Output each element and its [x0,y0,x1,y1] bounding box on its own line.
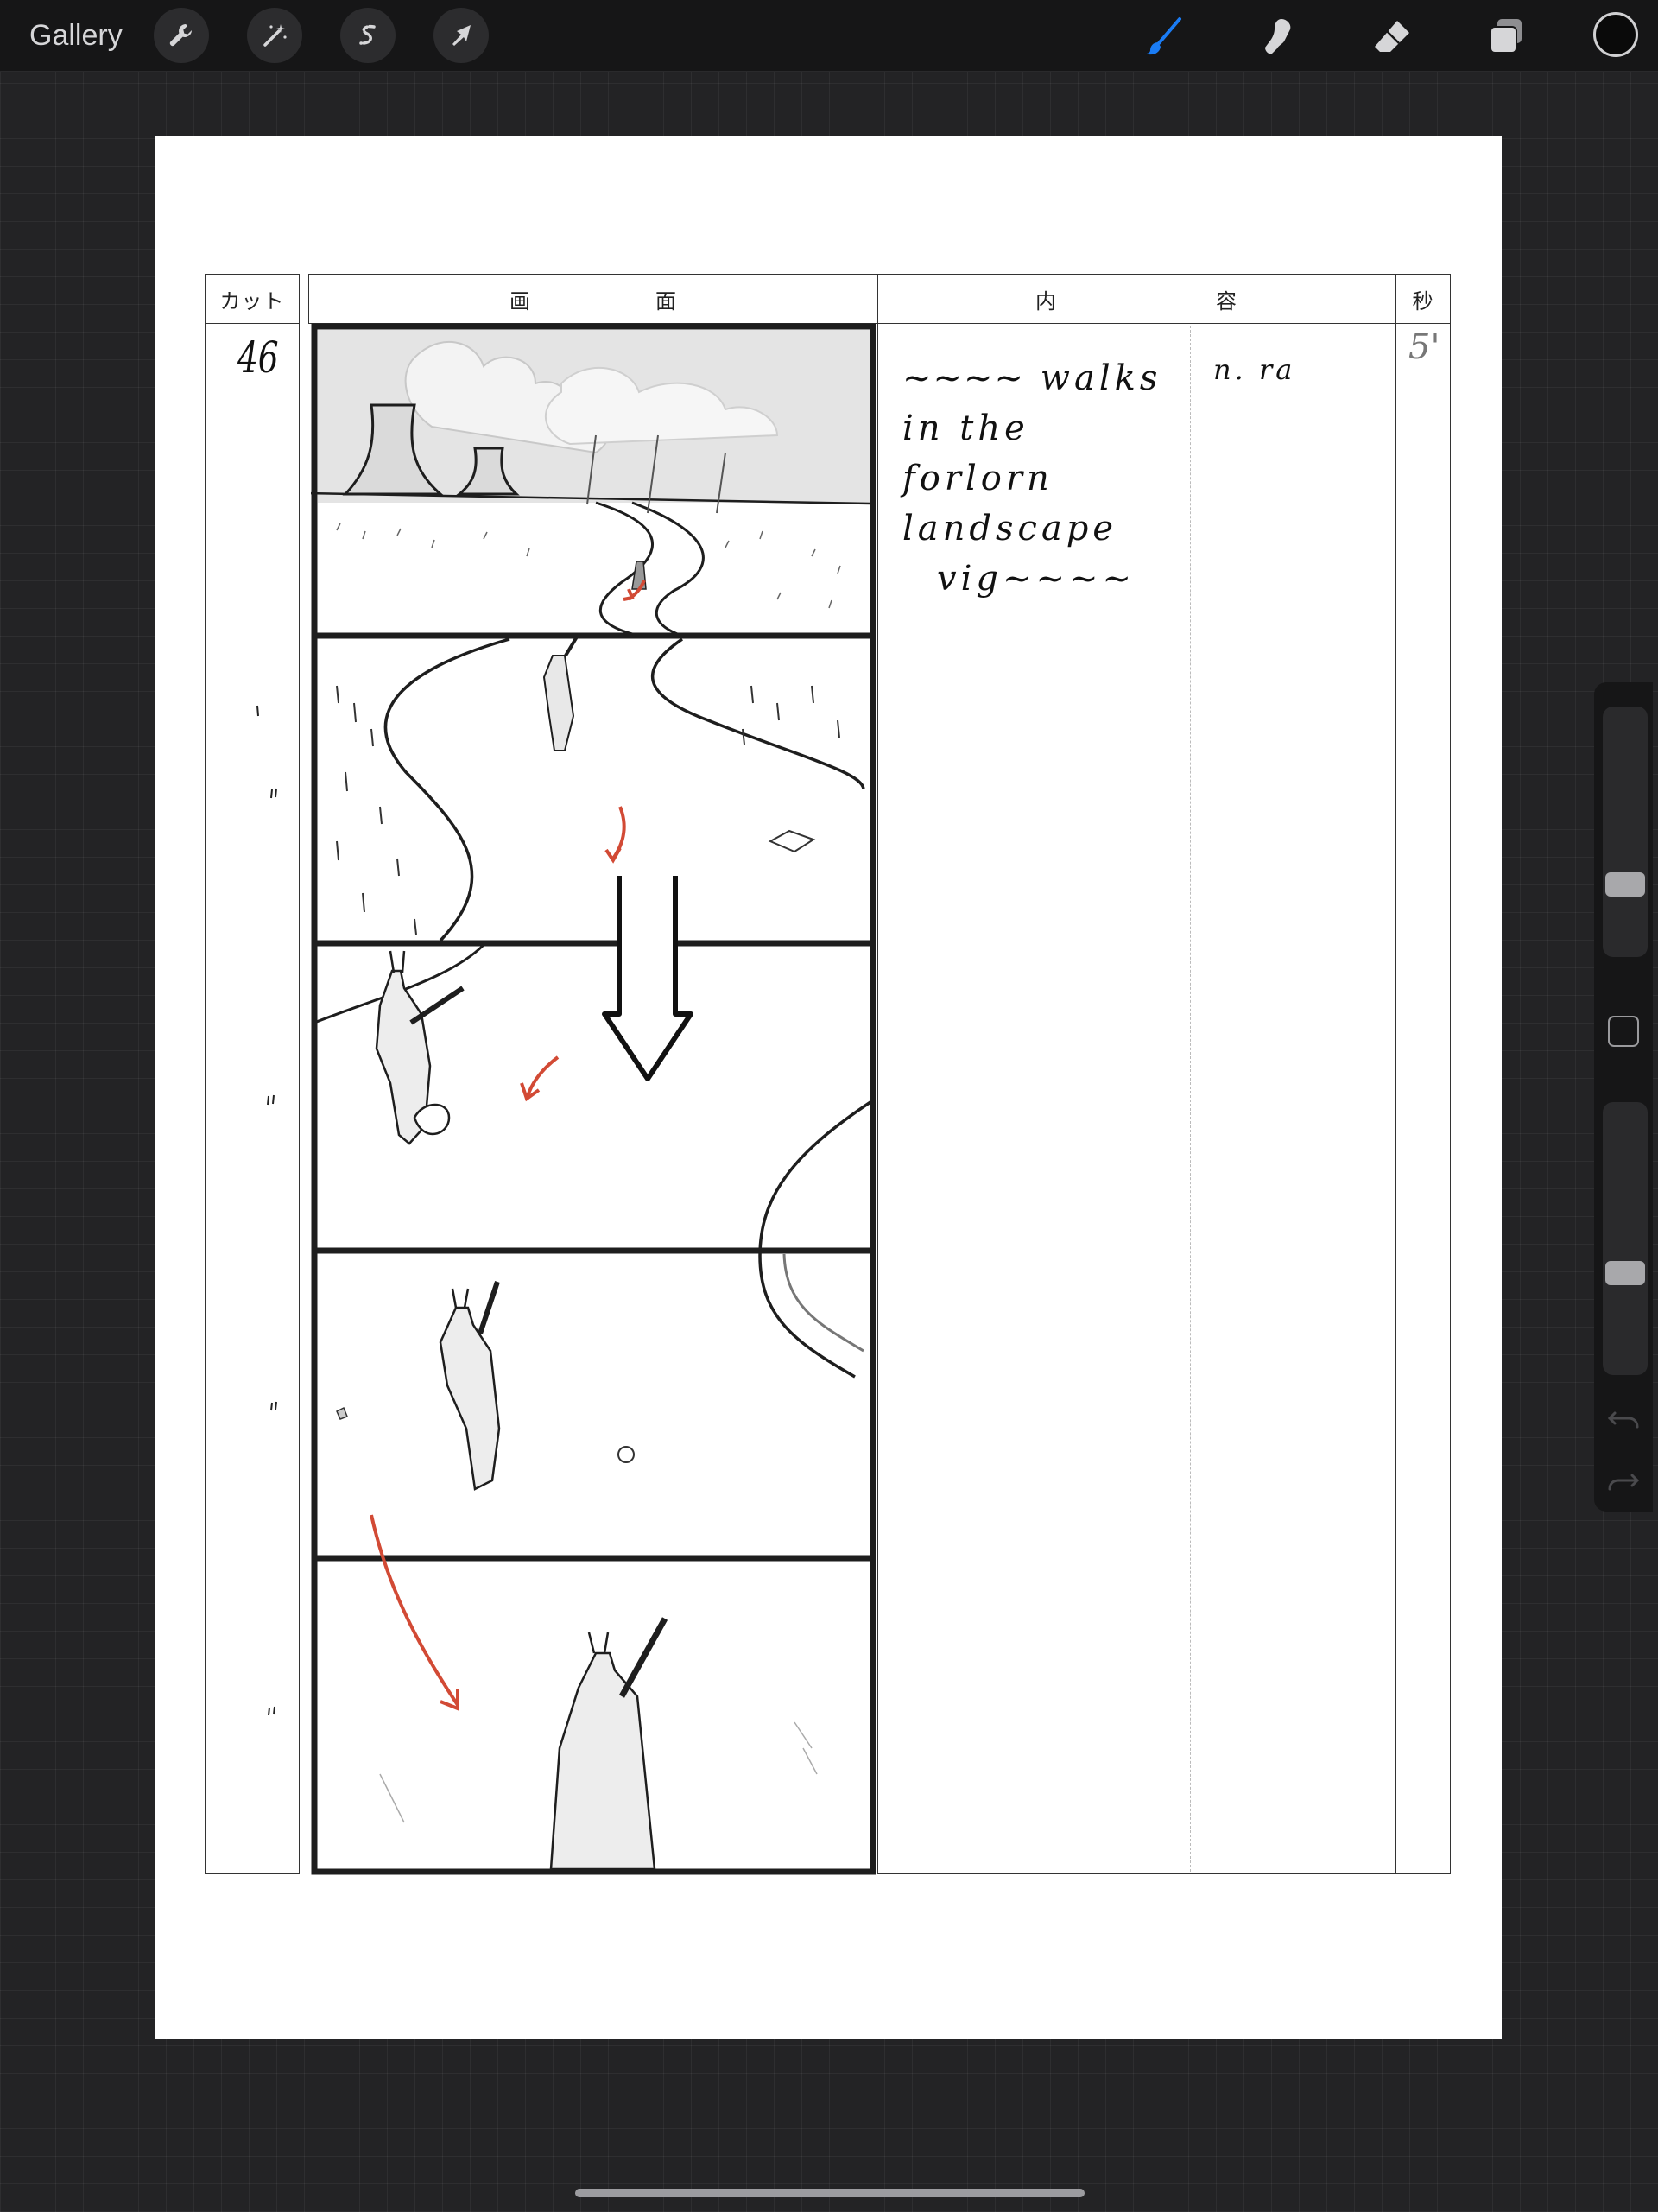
panel-4-figure [336,1253,864,1491]
cut-column-header: カット [205,274,300,324]
brush-sidebar [1594,682,1653,1512]
smudge-icon[interactable] [1253,11,1303,61]
opacity-slider-thumb[interactable] [1605,1261,1645,1285]
action-line-1: ~~~~ walks [902,358,1162,398]
camera-pan-down-arrow [602,876,693,1081]
panel-1-landscape [311,330,876,637]
panel-2-road [336,632,865,942]
seconds-column-header: 秒 [1395,274,1451,324]
action-line-4: vig~~~~ [937,559,1136,599]
home-indicator[interactable] [575,2189,1085,2197]
layers-icon[interactable] [1481,11,1531,61]
content-column-header: 内 容 [877,274,1395,324]
panel-5-figure [370,1514,818,1871]
arrow-cursor-icon[interactable] [433,8,489,63]
undo-icon[interactable] [1606,1401,1641,1436]
brush-size-slider[interactable] [1603,707,1648,957]
color-picker-well[interactable] [1593,12,1638,57]
brush-size-slider-thumb[interactable] [1605,872,1645,897]
dialogue-divider [1190,326,1191,1872]
content-header-char-1: 内 [1035,288,1057,314]
seconds-value: 5' [1408,327,1440,367]
dialogue-notes: n. ra [1213,353,1296,386]
seconds-header-label: 秒 [1412,288,1434,314]
action-line-3: landscape [902,509,1118,548]
selection-s-icon[interactable] [340,8,396,63]
opacity-slider[interactable] [1603,1102,1648,1375]
storyboard-sheet: カット 画 面 内 容 秒 46 5' ~~~~ walks in the fo… [205,274,1451,1875]
top-toolbar: Gallery [0,0,1658,72]
cut-number: 46 [237,333,279,383]
eraser-icon[interactable] [1367,11,1417,61]
magic-wand-icon[interactable] [247,8,302,63]
cut-column [205,324,300,1874]
panel-frames [311,323,876,1875]
wrench-icon[interactable] [154,8,209,63]
picture-column-header: 画 面 [308,274,878,324]
content-header-char-2: 容 [1216,288,1237,314]
brush-icon[interactable] [1139,11,1189,61]
drawing-canvas[interactable]: カット 画 面 内 容 秒 46 5' ~~~~ walks in the fo… [155,136,1502,2039]
redo-icon[interactable] [1606,1463,1641,1498]
modify-square-icon[interactable] [1608,1016,1639,1047]
action-notes: ~~~~ walks in the forlorn landscape vig~… [902,353,1187,604]
gallery-button[interactable]: Gallery [29,16,123,55]
seconds-column [1395,324,1451,1874]
cut-header-label: カット [219,288,285,314]
picture-header-char-1: 画 [509,288,531,314]
panel-3-figure [313,943,874,1257]
picture-header-char-2: 面 [655,288,677,314]
action-line-2: in the forlorn [902,409,1054,498]
